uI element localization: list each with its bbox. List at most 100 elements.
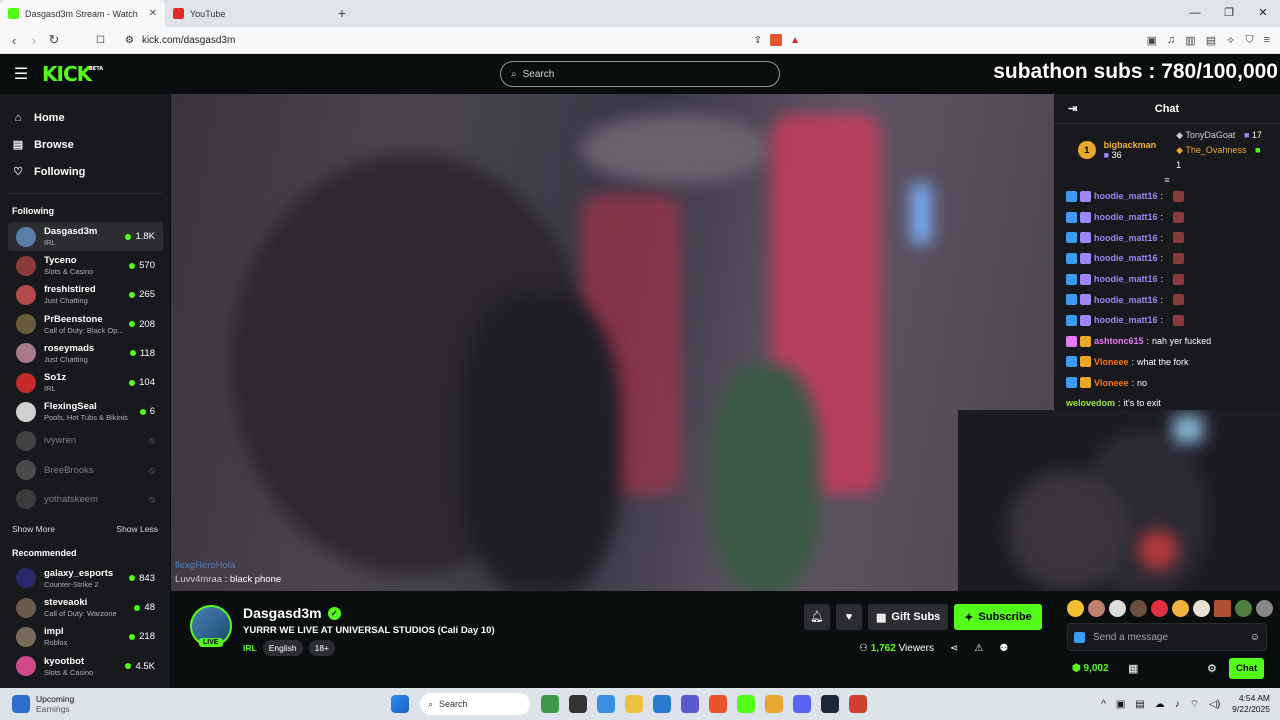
channel-name[interactable]: Dasgasd3m: [243, 605, 322, 621]
onedrive-icon[interactable]: ☁: [1155, 699, 1165, 710]
brave-icon[interactable]: [709, 695, 727, 713]
sidebar-channel[interactable]: freshistired Just Chatting 265: [8, 280, 163, 309]
top-gifter[interactable]: bigbackman ■ 36: [1104, 140, 1157, 160]
chat-settings-icon[interactable]: ⚙: [1207, 662, 1217, 675]
sidebar-channel[interactable]: PrBeenstone Call of Duty: Black Op... 208: [8, 310, 163, 339]
start-icon[interactable]: [391, 695, 409, 713]
emote-icon[interactable]: [1109, 600, 1126, 617]
close-icon[interactable]: ✕: [149, 8, 157, 19]
leo-icon[interactable]: ✧: [1226, 34, 1235, 47]
category-link[interactable]: IRL: [243, 643, 257, 653]
chat-message-input[interactable]: Send a message ☺: [1067, 623, 1267, 651]
collapse-chat-icon[interactable]: ⇥: [1068, 102, 1077, 115]
chat-message[interactable]: hoodie_matt16:: [1054, 310, 1280, 331]
chat-username[interactable]: hoodie_matt16: [1094, 191, 1158, 201]
gifter-row[interactable]: ◆ TonyDaGoat ■ 17: [1176, 128, 1266, 143]
expand-gifters-icon[interactable]: ≡: [1054, 176, 1280, 186]
tray-chevron-icon[interactable]: ^: [1101, 699, 1106, 710]
reload-icon[interactable]: ↻: [44, 32, 64, 48]
chat-username[interactable]: hoodie_matt16: [1094, 253, 1158, 263]
chat-username[interactable]: ashtonc615: [1094, 336, 1144, 346]
sidebar-channel[interactable]: kyootbot Slots & Casino 4.5K: [8, 651, 163, 680]
sidebar-channel[interactable]: Tyceno Slots & Casino 570: [8, 251, 163, 280]
sidebar-channel[interactable]: yothatskeem ⦸: [8, 485, 163, 514]
channel-points[interactable]: ⬢ 9,002: [1072, 663, 1109, 674]
send-chat-button[interactable]: Chat: [1229, 658, 1265, 679]
sidebar-channel[interactable]: roseymads Just Chatting 118: [8, 339, 163, 368]
chrome-icon[interactable]: [765, 695, 783, 713]
sidebar-channel[interactable]: galaxy_esports Counter-Strike 2 843: [8, 564, 163, 593]
emote-icon[interactable]: [1235, 600, 1252, 617]
store-icon[interactable]: ▦: [1128, 662, 1138, 675]
sidebar-channel[interactable]: ivywren ⦸: [8, 426, 163, 455]
kick-app-icon[interactable]: [737, 695, 755, 713]
file-explorer-icon[interactable]: [625, 695, 643, 713]
widgets-icon[interactable]: [541, 695, 559, 713]
chat-username[interactable]: welovedom: [1066, 398, 1115, 408]
sidebar-toggle-icon[interactable]: ▥: [1185, 34, 1195, 47]
wallet2-icon[interactable]: ▤: [1206, 34, 1216, 47]
menu-icon[interactable]: ≡: [1264, 34, 1270, 47]
sidebar-channel[interactable]: impl Roblox 218: [8, 622, 163, 651]
tray-app2-icon[interactable]: ▤: [1135, 699, 1144, 710]
rewards-icon[interactable]: ▲: [790, 35, 800, 46]
gift-subs-button[interactable]: ▦ Gift Subs: [868, 604, 949, 630]
taskbar-clock[interactable]: 4:54 AM 9/22/2025: [1232, 693, 1280, 715]
sidebar-channel[interactable]: steveaoki Call of Duty: Warzone 48: [8, 593, 163, 622]
copilot-icon[interactable]: [597, 695, 615, 713]
chat-username[interactable]: Vloneee: [1094, 378, 1129, 388]
taskbar-search[interactable]: ⌕ Search: [420, 693, 530, 715]
chat-message[interactable]: hoodie_matt16:: [1054, 227, 1280, 248]
mic-icon[interactable]: ♪: [1175, 699, 1180, 710]
chat-username[interactable]: hoodie_matt16: [1094, 315, 1158, 325]
close-window-icon[interactable]: ✕: [1246, 0, 1280, 27]
volume-icon[interactable]: ◁): [1209, 699, 1220, 710]
chrome-2-icon[interactable]: [849, 695, 867, 713]
site-info-icon[interactable]: ⚙: [125, 35, 134, 46]
chat-message[interactable]: Vloneee: what the fork: [1054, 352, 1280, 373]
emote-icon[interactable]: [1088, 600, 1105, 617]
chat-username[interactable]: hoodie_matt16: [1094, 274, 1158, 284]
tab-youtube[interactable]: YouTube: [165, 0, 330, 27]
task-view-icon[interactable]: [569, 695, 587, 713]
chat-message[interactable]: hoodie_matt16:: [1054, 289, 1280, 310]
url-field[interactable]: ☐ ⚙ kick.com/dasgasd3m ⇪ ▲: [88, 30, 808, 50]
vpn-icon[interactable]: ⛉: [1245, 34, 1253, 47]
weather-widget[interactable]: Upcoming Earnings: [0, 694, 260, 714]
emote-icon[interactable]: [1193, 600, 1210, 617]
bookmark-icon[interactable]: ☐: [96, 35, 105, 46]
discord-icon[interactable]: [793, 695, 811, 713]
nav-browse[interactable]: ▤ Browse: [12, 131, 158, 158]
back-icon[interactable]: ‹: [4, 33, 24, 48]
chat-username[interactable]: hoodie_matt16: [1094, 212, 1158, 222]
hamburger-menu-icon[interactable]: ☰: [0, 64, 42, 84]
gifter-row[interactable]: ◆ The_Ovahness ■ 1: [1176, 143, 1266, 173]
emote-icon[interactable]: [1067, 600, 1084, 617]
tray-app-icon[interactable]: ▣: [1116, 699, 1125, 710]
kick-logo[interactable]: KICK BETA: [42, 62, 103, 86]
emote-icon[interactable]: [1172, 600, 1189, 617]
sidebar-channel[interactable]: So1z IRL 104: [8, 368, 163, 397]
chat-message[interactable]: hoodie_matt16:: [1054, 207, 1280, 228]
chat-message[interactable]: hoodie_matt16:: [1054, 186, 1280, 207]
sidebar-channel[interactable]: FlexingSeal Pools, Hot Tubs & Bikinis 6: [8, 397, 163, 426]
share-icon[interactable]: ⋖: [950, 643, 958, 654]
emote-icon[interactable]: [1256, 600, 1273, 617]
tag-mature[interactable]: 18+: [308, 640, 336, 656]
steam-icon[interactable]: [821, 695, 839, 713]
report-icon[interactable]: ⚠: [974, 643, 983, 654]
new-tab-button[interactable]: +: [330, 0, 354, 27]
minimize-icon[interactable]: —: [1178, 0, 1212, 27]
video-player[interactable]: flexgHeroHola Luvv4mraa : black phone: [171, 94, 1054, 591]
chat-username[interactable]: hoodie_matt16: [1094, 233, 1158, 243]
chat-message[interactable]: hoodie_matt16:: [1054, 269, 1280, 290]
clip-icon[interactable]: ⚉: [999, 643, 1008, 654]
restore-icon[interactable]: ❐: [1212, 0, 1246, 27]
sidebar-channel[interactable]: BreeBrooks ⦸: [8, 456, 163, 485]
subscribe-button[interactable]: ✦ Subscribe: [954, 604, 1042, 630]
store-app-icon[interactable]: [653, 695, 671, 713]
chat-message[interactable]: Vloneee: no: [1054, 372, 1280, 393]
nav-home[interactable]: ⌂ Home: [12, 104, 158, 131]
chat-username[interactable]: Vloneee: [1094, 357, 1129, 367]
chat-message[interactable]: ashtonc615: nah yer fucked: [1054, 331, 1280, 352]
